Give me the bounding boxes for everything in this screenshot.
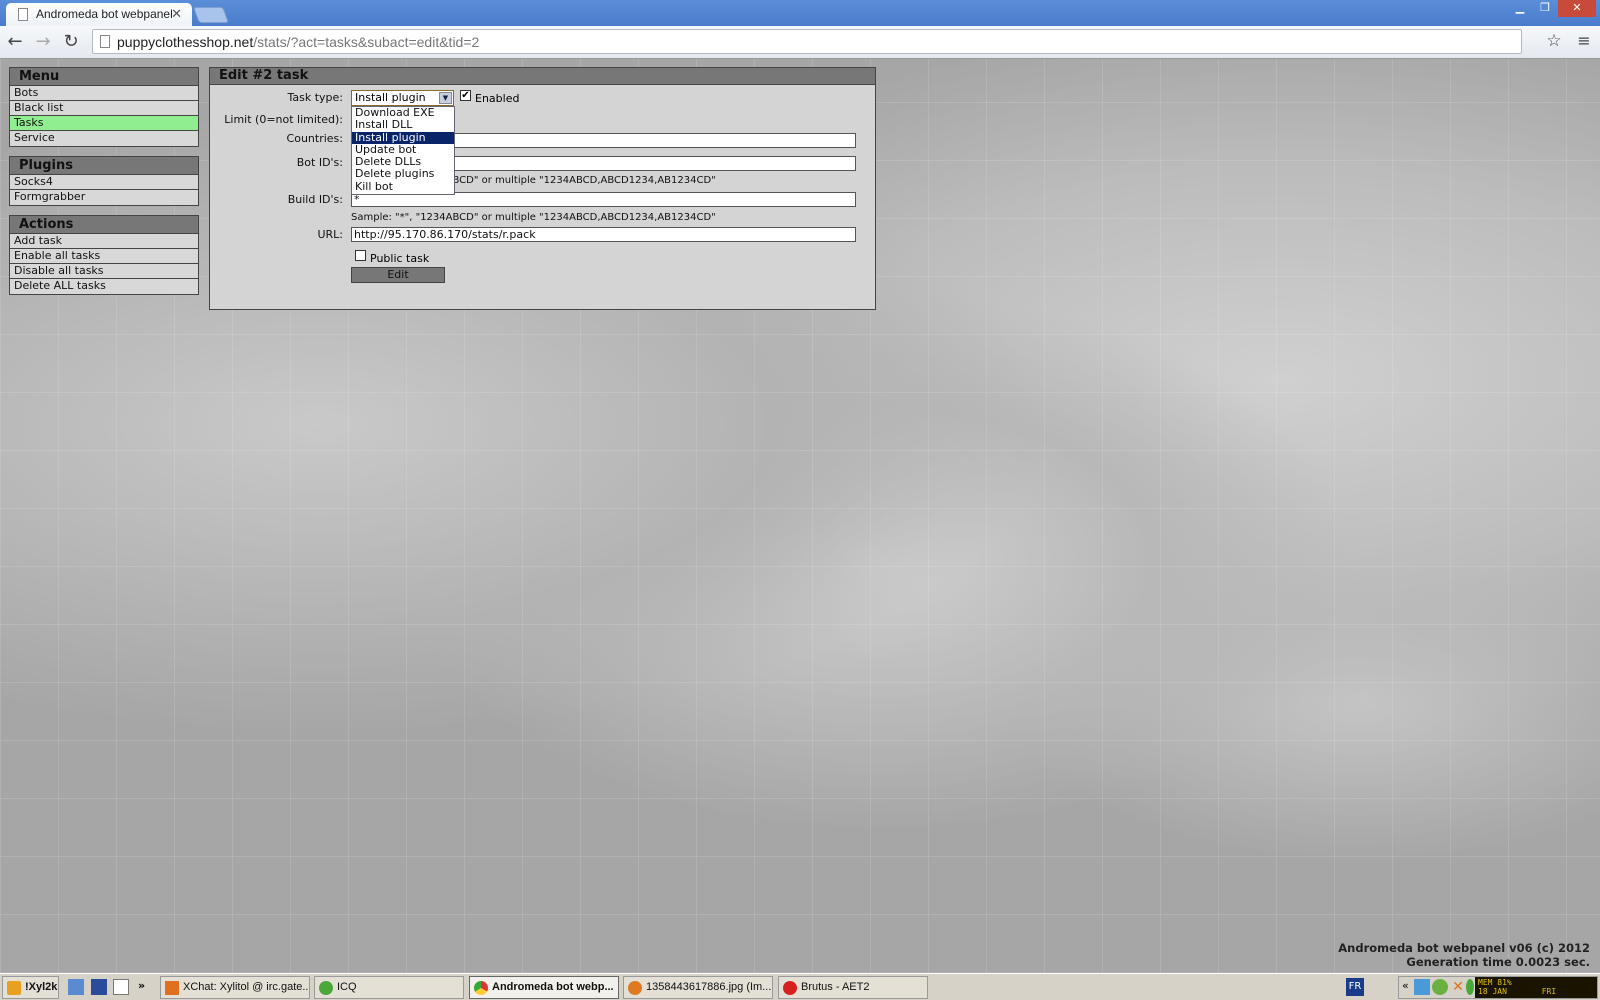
- action-disable-all-tasks[interactable]: Disable all tasks: [10, 264, 198, 279]
- option-install-dll[interactable]: Install DLL: [352, 119, 454, 131]
- url-path: /stats/?act=tasks&subact=edit&tid=2: [253, 34, 480, 50]
- taskbar-item-label: Andromeda bot webp...: [492, 981, 614, 993]
- actions-box: Actions Add task Enable all tasks Disabl…: [9, 215, 199, 295]
- option-delete-plugins[interactable]: Delete plugins: [352, 168, 454, 180]
- tray-xchat-icon[interactable]: ✕: [1450, 979, 1466, 995]
- tray-date: 18 JAN: [1478, 987, 1507, 996]
- icq-icon: [319, 981, 333, 995]
- taskbar-item-chrome[interactable]: Andromeda bot webp...: [469, 976, 619, 999]
- back-icon[interactable]: ←: [4, 31, 26, 52]
- panel-title: Edit #2 task: [210, 68, 875, 85]
- menu-item-bots[interactable]: Bots: [10, 86, 198, 101]
- menu-title: Menu: [10, 68, 198, 86]
- public-task-checkbox[interactable]: [355, 250, 366, 261]
- start-label: !Xyl2k: [25, 981, 58, 993]
- close-tab-icon[interactable]: ✕: [171, 6, 182, 22]
- firefox-icon: [628, 981, 642, 995]
- build-ids-hint: Sample: "*", "1234ABCD" or multiple "123…: [351, 212, 716, 223]
- countries-label: Countries:: [286, 132, 343, 145]
- tray-icq-icon[interactable]: [1466, 979, 1474, 995]
- paint-icon[interactable]: [113, 979, 129, 995]
- language-indicator[interactable]: FR: [1346, 978, 1364, 996]
- taskbar-item-brutus[interactable]: Brutus - AET2: [778, 976, 928, 999]
- tray-clock: MEM 81% 18 JAN FRI: [1475, 977, 1597, 998]
- reload-icon[interactable]: ↻: [60, 31, 82, 52]
- footer: Andromeda bot webpanel v06 (c) 2012 Gene…: [1338, 941, 1590, 969]
- chrome-icon: [474, 981, 488, 995]
- restore-button[interactable]: ❐: [1533, 0, 1557, 17]
- url-host: puppyclothesshop.net: [117, 34, 254, 50]
- task-type-select[interactable]: Install plugin ▼: [351, 90, 454, 106]
- app-icon[interactable]: [91, 979, 107, 995]
- task-type-value: Install plugin: [355, 91, 426, 104]
- tray-expand[interactable]: «: [1402, 979, 1409, 992]
- build-ids-label: Build ID's:: [287, 193, 343, 206]
- tray-day: FRI: [1541, 987, 1557, 996]
- plugin-item-formgrabber[interactable]: Formgrabber: [10, 190, 198, 205]
- minimize-button[interactable]: ▁: [1508, 0, 1532, 17]
- footer-generation-time: Generation time 0.0023 sec.: [1406, 955, 1590, 969]
- tab-title: Andromeda bot webpanel: [36, 7, 173, 21]
- ie-icon[interactable]: [68, 979, 84, 995]
- error-icon: [783, 981, 797, 995]
- taskbar-item-xchat[interactable]: XChat: Xylitol @ irc.gate...: [160, 976, 310, 999]
- taskbar-item-label: XChat: Xylitol @ irc.gate...: [183, 981, 310, 993]
- taskbar-item-icq[interactable]: ICQ: [314, 976, 464, 999]
- new-tab-button[interactable]: [193, 7, 229, 23]
- address-bar[interactable]: puppyclothesshop.net/stats/?act=tasks&su…: [92, 29, 1522, 54]
- taskbar-item-image[interactable]: 1358443617886.jpg (Im...: [623, 976, 773, 999]
- bot-ids-label: Bot ID's:: [296, 156, 343, 169]
- edit-task-panel: Edit #2 task Task type: Install plugin ▼…: [209, 67, 876, 310]
- actions-title: Actions: [10, 216, 198, 234]
- browser-tab[interactable]: Andromeda bot webpanel ✕: [6, 3, 192, 26]
- plugin-item-socks4[interactable]: Socks4: [10, 175, 198, 190]
- limit-label: Limit (0=not limited):: [224, 113, 343, 126]
- windows-icon: [7, 981, 21, 995]
- taskbar-item-label: ICQ: [337, 981, 357, 993]
- tray-mem: MEM 81%: [1478, 978, 1512, 987]
- forward-icon[interactable]: →: [32, 31, 54, 52]
- start-button[interactable]: !Xyl2k: [2, 976, 59, 999]
- public-task-label: Public task: [370, 252, 430, 265]
- enabled-checkbox[interactable]: ✔: [460, 90, 471, 101]
- task-type-dropdown: Download EXE Install DLL Install plugin …: [351, 106, 455, 195]
- menu-item-service[interactable]: Service: [10, 131, 198, 146]
- option-kill-bot[interactable]: Kill bot: [352, 180, 454, 193]
- tray-icon[interactable]: [1414, 979, 1430, 995]
- close-window-button[interactable]: ✕: [1558, 0, 1596, 17]
- action-add-task[interactable]: Add task: [10, 234, 198, 249]
- url-input[interactable]: http://95.170.86.170/stats/r.pack: [351, 227, 856, 242]
- plugins-box: Plugins Socks4 Formgrabber: [9, 156, 199, 206]
- taskbar-item-label: Brutus - AET2: [801, 981, 870, 993]
- page-icon: [100, 35, 110, 48]
- bookmark-star-icon[interactable]: ☆: [1543, 31, 1565, 51]
- enabled-label: Enabled: [475, 92, 520, 105]
- menu-item-black-list[interactable]: Black list: [10, 101, 198, 116]
- xchat-icon: [165, 981, 179, 995]
- action-delete-all-tasks[interactable]: Delete ALL tasks: [10, 279, 198, 294]
- menu-icon[interactable]: ≡: [1573, 31, 1595, 50]
- quick-launch-more[interactable]: »: [138, 979, 145, 992]
- menu-item-tasks[interactable]: Tasks: [10, 116, 198, 131]
- footer-copyright: Andromeda bot webpanel v06 (c) 2012: [1338, 941, 1590, 955]
- chevron-down-icon[interactable]: ▼: [439, 92, 452, 104]
- menu-box: Menu Bots Black list Tasks Service: [9, 67, 199, 147]
- taskbar-item-label: 1358443617886.jpg (Im...: [646, 981, 772, 993]
- plugins-title: Plugins: [10, 157, 198, 175]
- page-icon: [18, 8, 28, 21]
- url-label: URL:: [317, 228, 343, 241]
- edit-submit-button[interactable]: Edit: [351, 267, 445, 283]
- browser-tab-bar: Andromeda bot webpanel ✕ ▁ ❐ ✕: [0, 0, 1600, 26]
- taskbar: !Xyl2k » XChat: Xylitol @ irc.gate... IC…: [0, 973, 1600, 1000]
- tray-user-icon[interactable]: [1432, 979, 1448, 995]
- task-type-label: Task type:: [287, 91, 343, 104]
- browser-toolbar: ← → ↻ puppyclothesshop.net/stats/?act=ta…: [0, 26, 1600, 59]
- action-enable-all-tasks[interactable]: Enable all tasks: [10, 249, 198, 264]
